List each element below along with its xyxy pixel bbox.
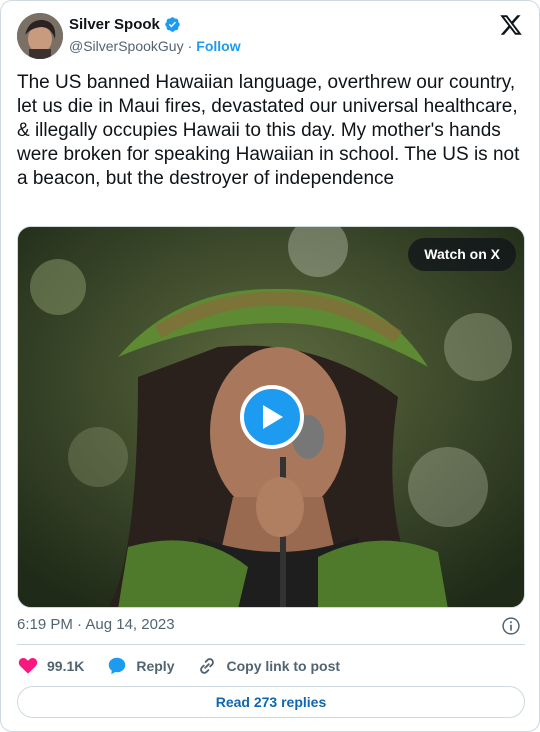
action-bar: 99.1K Reply Copy link to post [17,653,362,679]
author-name-row: Silver Spook [69,16,181,33]
verified-badge-icon [165,17,180,32]
info-icon[interactable] [501,616,521,636]
like-count: 99.1K [47,658,85,674]
divider [17,644,525,645]
post-text: The US banned Hawaiian language, overthr… [17,72,520,189]
read-replies-button[interactable]: Read 273 replies [17,686,525,718]
follow-link[interactable]: Follow [196,38,240,54]
play-button[interactable] [240,385,304,449]
play-icon [263,405,283,429]
watch-on-x-button[interactable]: Watch on X [408,238,516,271]
separator-dot: · [187,38,193,54]
embedded-post-card: Silver Spook @SilverSpookGuy · Follow Th… [0,0,540,732]
author-handle[interactable]: @SilverSpookGuy [69,38,184,54]
copy-link-button[interactable]: Copy link to post [196,655,340,677]
heart-icon [18,658,38,674]
avatar[interactable] [17,13,63,59]
reply-label: Reply [136,658,175,674]
author-name[interactable]: Silver Spook [69,16,160,33]
video-thumbnail[interactable]: Watch on X [17,226,525,608]
reply-bubble-icon [109,657,126,675]
link-icon [200,658,215,674]
author-handle-row: @SilverSpookGuy · Follow [69,38,241,54]
x-logo-icon[interactable] [499,13,523,37]
post-timestamp[interactable]: 6:19 PM · Aug 14, 2023 [17,616,175,633]
copy-link-label: Copy link to post [226,658,341,674]
reply-button[interactable]: Reply [106,655,174,677]
like-button[interactable]: 99.1K [17,655,84,677]
